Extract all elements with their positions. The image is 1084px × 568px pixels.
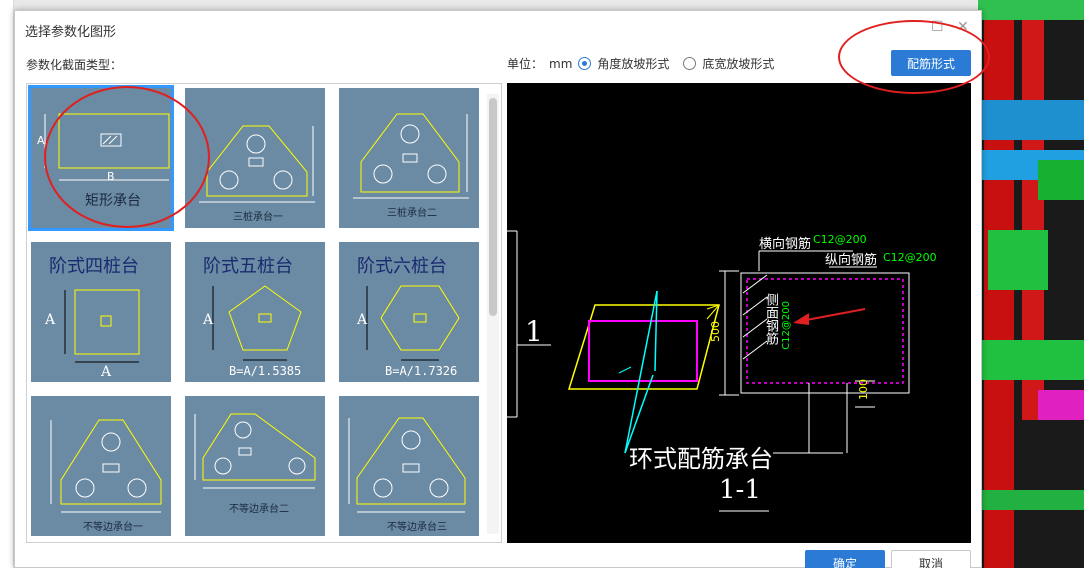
unequal-cap-3-drawing [348, 417, 466, 513]
unit-row: 单位： mm 角度放坡形式 底宽放坡形式 [507, 55, 788, 72]
dim-bottom: 100 [857, 379, 870, 400]
cancel-button[interactable]: 取消 [891, 550, 971, 568]
step-four-letter-b: A [101, 364, 112, 380]
radio-width-slope-label: 底宽放坡形式 [702, 57, 775, 71]
side-rebar-value: C12@200 [781, 301, 792, 350]
step-six-formula: B=A/1.7326 [385, 364, 458, 378]
annotation-circle-rect-cap [44, 86, 210, 228]
tile-three-pile-cap-2[interactable]: 三桩承台二 [339, 88, 479, 228]
tile-step-six-pile[interactable]: 阶式六桩台 A B=A/1.7326 [339, 242, 479, 382]
step-five-letter-a: A [203, 312, 214, 328]
unequal-cap-2-drawing [194, 413, 316, 489]
step-five-formula: B=A/1.5385 [229, 364, 302, 378]
step-four-letter-a: A [45, 312, 56, 328]
step-six-letter-a: A [357, 312, 368, 328]
background-3d-model [978, 0, 1084, 568]
tile-unequal-cap-1[interactable]: 不等边承台一 [31, 396, 171, 536]
tile-step-four-pile[interactable]: 阶式四桩台 A A [31, 242, 171, 382]
ok-button[interactable]: 确定 [805, 550, 885, 568]
section-type-label: 参数化截面类型： [26, 58, 123, 72]
horizontal-rebar-value: C12@200 [813, 233, 867, 246]
tile-caption: 不等边承台一 [83, 522, 143, 533]
side-rebar-label: 侧面钢筋 [763, 293, 778, 345]
preview-panel: 横向钢筋 C12@200 纵向钢筋 C12@200 侧面钢筋 C12@200 5… [507, 83, 971, 543]
tile-step-five-pile[interactable]: 阶式五桩台 A B=A/1.5385 [185, 242, 325, 382]
tile-caption: 三桩承台二 [387, 208, 437, 219]
tile-caption: 不等边承台二 [229, 504, 289, 515]
preview-cad-drawing [507, 230, 910, 512]
gallery-scrollbar-thumb[interactable] [489, 98, 497, 316]
longitudinal-rebar-value: C12@200 [883, 251, 937, 264]
radio-angle-slope-label: 角度放坡形式 [597, 57, 670, 71]
dialog-title: 选择参数化图形 [25, 25, 117, 40]
preview-title: 环式配筋承台 [629, 445, 773, 473]
tile-unequal-cap-2[interactable]: 不等边承台二 [185, 396, 325, 536]
dim-height: 500 [709, 321, 722, 342]
rect-cap-letter-a: A [37, 134, 45, 147]
section-number: 1 [525, 315, 543, 348]
background-3d-scene [978, 0, 1084, 568]
tile-unequal-cap-3[interactable]: 不等边承台三 [339, 396, 479, 536]
background-left-strip [0, 0, 14, 568]
unit-label: 单位： [507, 57, 544, 71]
radio-angle-slope[interactable]: 角度放坡形式 [578, 55, 675, 72]
annotation-circle-rebar-button [838, 20, 990, 94]
radio-selected-icon[interactable] [578, 57, 592, 70]
radio-unselected-icon[interactable] [683, 57, 697, 70]
longitudinal-rebar-label: 纵向钢筋 [825, 253, 878, 268]
tile-caption: 三桩承台一 [233, 212, 283, 223]
radio-width-slope[interactable]: 底宽放坡形式 [683, 55, 780, 72]
unit-value: mm [549, 56, 573, 71]
tile-caption: 不等边承台三 [387, 522, 447, 533]
unequal-cap-1-drawing [50, 419, 162, 513]
horizontal-rebar-label: 横向钢筋 [759, 237, 812, 252]
section-mark: 1-1 [719, 475, 761, 505]
